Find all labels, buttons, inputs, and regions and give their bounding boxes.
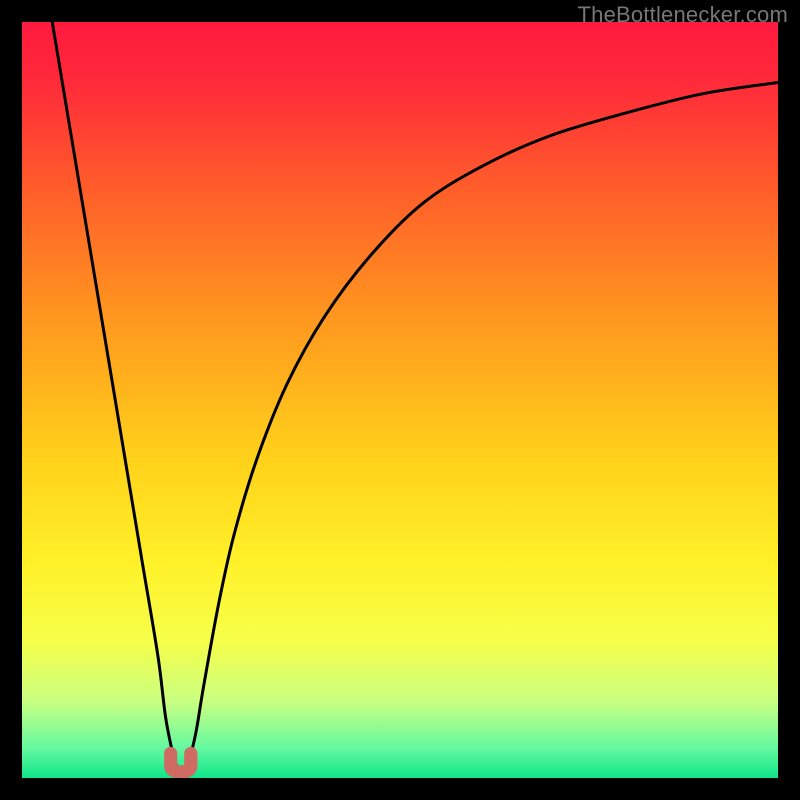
chart-frame <box>22 22 778 778</box>
bottleneck-chart <box>22 22 778 778</box>
gradient-background <box>22 22 778 778</box>
watermark-text: TheBottlenecker.com <box>578 2 788 28</box>
